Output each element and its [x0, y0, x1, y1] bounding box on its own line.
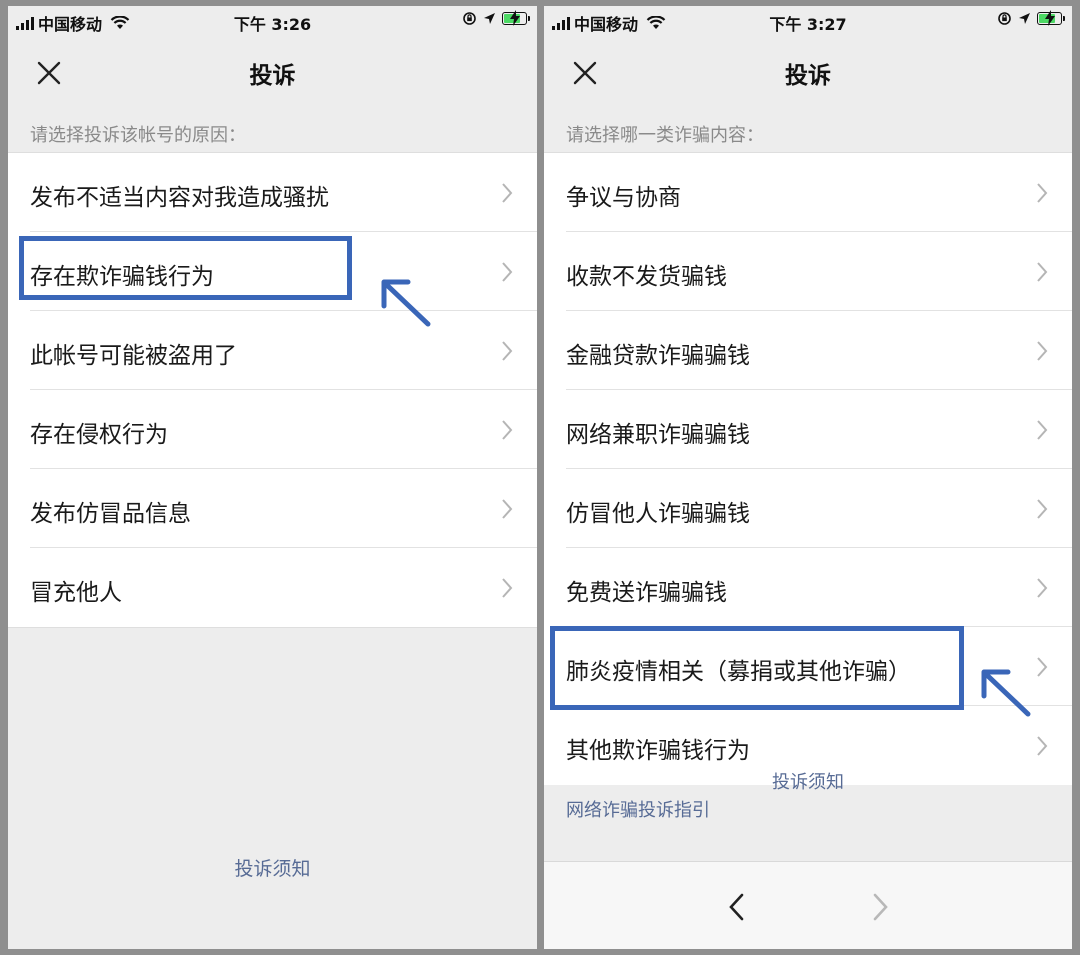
list-item-label: 此帐号可能被盗用了 — [30, 343, 237, 369]
chevron-right-icon — [502, 341, 513, 361]
chevron-right-icon — [1037, 341, 1048, 361]
list-item[interactable]: 发布不适当内容对我造成骚扰 — [8, 153, 537, 232]
section-label: 请选择投诉该帐号的原因： — [30, 125, 246, 146]
list-item-label: 肺炎疫情相关（募捐或其他诈骗） — [566, 659, 911, 685]
list-item-label: 发布仿冒品信息 — [30, 501, 191, 527]
chevron-right-icon — [1037, 420, 1048, 440]
status-bar: 中国移动 下午 3:26 — [8, 6, 537, 36]
page-title: 投诉 — [785, 63, 831, 89]
list-item[interactable]: 金融贷款诈骗骗钱 — [544, 311, 1072, 390]
list-item[interactable]: 仿冒他人诈骗骗钱 — [544, 469, 1072, 548]
chevron-right-icon — [1037, 736, 1048, 756]
right-phone-screen: 中国移动 下午 3:27 投诉 请选择哪一类诈骗内容： 争议与协商 收款不发货骗… — [544, 6, 1072, 949]
complaint-notice-link[interactable]: 投诉须知 — [8, 854, 537, 881]
list-item[interactable]: 网络兼职诈骗骗钱 — [544, 390, 1072, 469]
list-item[interactable]: 争议与协商 — [544, 153, 1072, 232]
bottom-toolbar — [544, 861, 1072, 949]
location-icon — [484, 13, 495, 24]
chevron-right-icon — [1037, 262, 1048, 282]
page-title: 投诉 — [249, 63, 296, 89]
list-item-label: 冒充他人 — [30, 580, 122, 606]
list-item[interactable]: 存在侵权行为 — [8, 390, 537, 469]
complaint-notice-link[interactable]: 投诉须知 — [544, 768, 1072, 794]
fraud-type-list: 争议与协商 收款不发货骗钱 金融贷款诈骗骗钱 网络兼职诈骗骗钱 仿冒他人诈骗骗钱… — [544, 152, 1072, 785]
battery-icon — [1037, 10, 1065, 26]
chevron-right-icon — [502, 499, 513, 519]
list-item[interactable]: 肺炎疫情相关（募捐或其他诈骗） — [544, 627, 1072, 706]
left-phone-screen: 中国移动 下午 3:26 投诉 请选择投诉该帐号的原因： 发布不适当内容对我造成… — [8, 6, 537, 949]
chevron-right-icon — [1037, 578, 1048, 598]
chevron-right-icon — [502, 420, 513, 440]
chevron-right-icon — [1037, 499, 1048, 519]
list-item[interactable]: 存在欺诈骗钱行为 — [8, 232, 537, 311]
list-item-label: 存在欺诈骗钱行为 — [30, 264, 214, 290]
nav-bar: 投诉 — [544, 42, 1072, 102]
fraud-guide-link[interactable]: 网络诈骗投诉指引 — [566, 796, 710, 822]
chevron-right-icon — [502, 578, 513, 598]
battery-icon — [502, 10, 530, 26]
list-item-label: 收款不发货骗钱 — [566, 264, 727, 290]
list-item-label: 免费送诈骗骗钱 — [566, 580, 727, 606]
status-time: 下午 3:27 — [769, 15, 847, 34]
list-item-label: 网络兼职诈骗骗钱 — [566, 422, 750, 448]
status-bar: 中国移动 下午 3:27 — [544, 6, 1072, 36]
chevron-right-icon — [502, 183, 513, 203]
list-item[interactable]: 收款不发货骗钱 — [544, 232, 1072, 311]
location-icon — [1019, 13, 1030, 24]
list-item-label: 仿冒他人诈骗骗钱 — [566, 501, 750, 527]
orientation-lock-icon — [998, 12, 1011, 25]
status-time: 下午 3:26 — [233, 15, 312, 34]
nav-bar: 投诉 — [8, 42, 537, 102]
back-icon[interactable] — [727, 892, 747, 922]
list-item[interactable]: 免费送诈骗骗钱 — [544, 548, 1072, 627]
reason-list: 发布不适当内容对我造成骚扰 存在欺诈骗钱行为 此帐号可能被盗用了 存在侵权行为 … — [8, 152, 537, 628]
list-item[interactable]: 此帐号可能被盗用了 — [8, 311, 537, 390]
list-item-label: 其他欺诈骗钱行为 — [566, 738, 750, 764]
chevron-right-icon — [1037, 657, 1048, 677]
section-label: 请选择哪一类诈骗内容： — [566, 125, 764, 146]
list-item-label: 争议与协商 — [566, 185, 681, 211]
list-item-label: 发布不适当内容对我造成骚扰 — [30, 185, 329, 211]
list-item[interactable]: 冒充他人 — [8, 548, 537, 627]
list-item-label: 金融贷款诈骗骗钱 — [566, 343, 750, 369]
chevron-right-icon — [1037, 183, 1048, 203]
forward-icon[interactable] — [870, 892, 890, 922]
chevron-right-icon — [502, 262, 513, 282]
list-item[interactable]: 发布仿冒品信息 — [8, 469, 537, 548]
orientation-lock-icon — [463, 12, 476, 25]
list-item-label: 存在侵权行为 — [30, 422, 168, 448]
